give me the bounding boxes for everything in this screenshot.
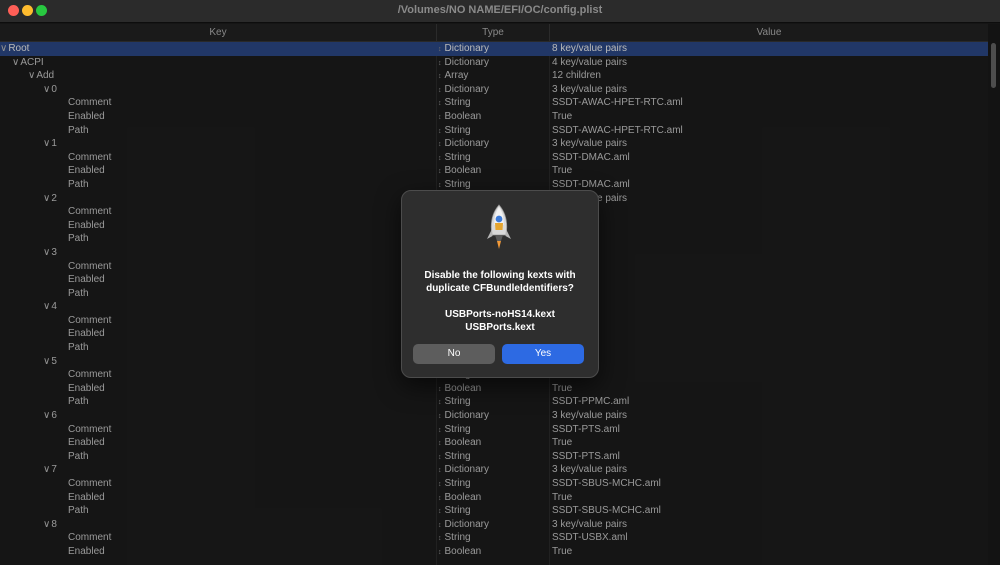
yes-button[interactable]: Yes <box>502 344 584 364</box>
alert-kext-list: USBPorts-noHS14.kext USBPorts.kext <box>410 308 590 334</box>
alert-message: Disable the following kexts with duplica… <box>424 270 576 294</box>
alert-kext-item: USBPorts.kext <box>465 322 535 333</box>
duplicate-kexts-alert: Disable the following kexts with duplica… <box>401 190 599 378</box>
alert-kext-item: USBPorts-noHS14.kext <box>444 309 556 320</box>
rocket-app-icon <box>487 204 511 249</box>
no-button[interactable]: No <box>413 344 495 364</box>
window-title: /Volumes/NO NAME/EFI/OC/config.plist <box>397 4 603 16</box>
title-bar: /Volumes/NO NAME/EFI/OC/config.plist <box>0 0 1000 23</box>
